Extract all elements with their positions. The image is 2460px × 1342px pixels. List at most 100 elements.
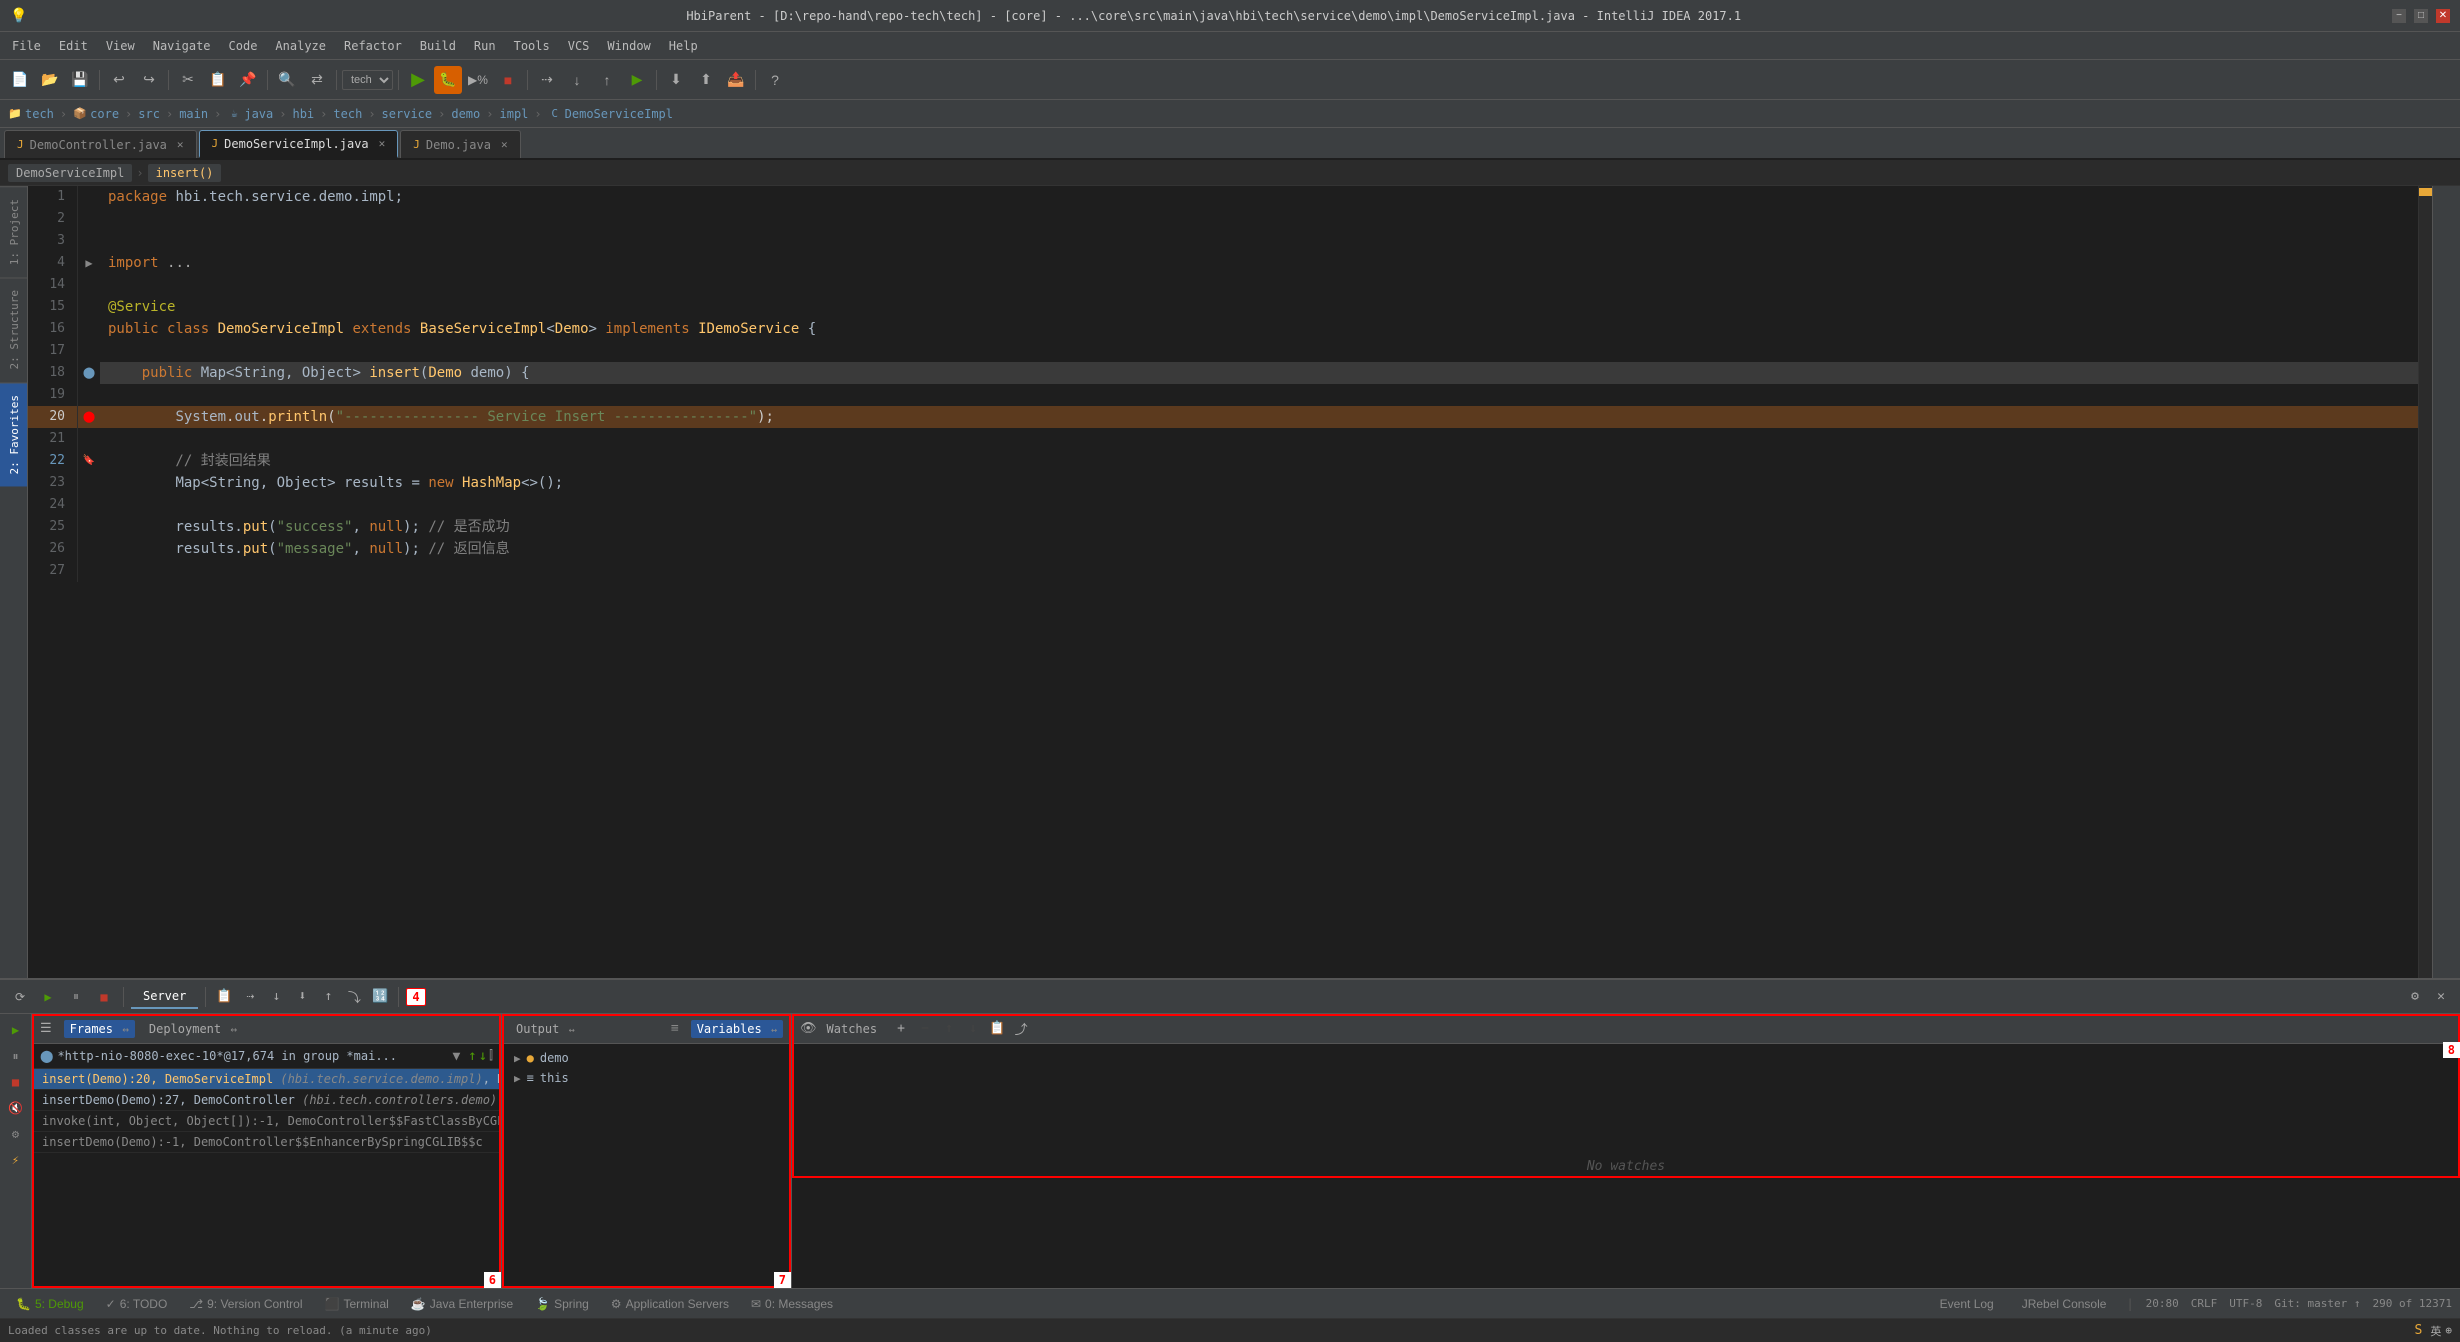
toolbar-paste-btn[interactable]: 📌	[234, 66, 262, 94]
method-crumb-class[interactable]: DemoServiceImpl	[8, 164, 132, 182]
debug-pause-btn[interactable]: ⏸	[64, 985, 88, 1009]
debug-show-frames[interactable]: 📋	[213, 986, 235, 1008]
status-jrebel-console[interactable]: JRebel Console	[2014, 1295, 2115, 1313]
toolbar-help-btn[interactable]: ?	[761, 66, 789, 94]
nav-class[interactable]: C DemoServiceImpl	[548, 107, 673, 121]
debug-force-step-into[interactable]: ⬇	[291, 986, 313, 1008]
menu-help[interactable]: Help	[661, 36, 706, 56]
menu-navigate[interactable]: Navigate	[145, 36, 219, 56]
menu-file[interactable]: File	[4, 36, 49, 56]
tab-demo-service-impl-close[interactable]: ✕	[379, 137, 386, 150]
frames-tab[interactable]: Frames ↔	[64, 1020, 135, 1038]
import-fold-icon[interactable]: ▶	[85, 252, 92, 274]
nav-service[interactable]: service	[382, 107, 433, 121]
var-item-demo[interactable]: ▶ ● demo	[502, 1048, 791, 1068]
menu-window[interactable]: Window	[599, 36, 658, 56]
maximize-button[interactable]: □	[2414, 9, 2428, 23]
nav-impl[interactable]: impl	[500, 107, 529, 121]
debug-stop-side-btn[interactable]: ■	[4, 1070, 28, 1094]
debug-mute-btn[interactable]: 🔇	[4, 1096, 28, 1120]
debug-tab-server[interactable]: Server	[131, 985, 198, 1009]
status-tab-app-servers[interactable]: ⚙ Application Servers	[603, 1295, 737, 1313]
watches-down-btn[interactable]: ↓	[963, 1019, 983, 1039]
nav-tech[interactable]: 📁 tech	[8, 107, 54, 121]
toolbar-stop-btn[interactable]: ■	[494, 66, 522, 94]
variables-tab[interactable]: Variables ↔	[691, 1020, 783, 1038]
debug-evaluate[interactable]: 🔢	[369, 986, 391, 1008]
deployment-tab[interactable]: Deployment ↔	[143, 1020, 243, 1038]
toolbar-undo-btn[interactable]: ↩	[105, 66, 133, 94]
debug-run-to-cursor[interactable]: ⤵	[343, 986, 365, 1008]
frame-item-2[interactable]: invoke(int, Object, Object[]):-1, DemoCo…	[32, 1111, 501, 1132]
minimize-button[interactable]: −	[2392, 9, 2406, 23]
toolbar-vcs-push-btn[interactable]: 📤	[722, 66, 750, 94]
debug-close-btn[interactable]: ✕	[2430, 986, 2452, 1008]
debug-step-over[interactable]: ⇢	[239, 986, 261, 1008]
tab-demo-java[interactable]: J Demo.java ✕	[400, 130, 520, 158]
nav-demo[interactable]: demo	[451, 107, 480, 121]
toolbar-resume-btn[interactable]: ▶	[623, 66, 651, 94]
debug-resume-btn[interactable]: ▶	[36, 985, 60, 1009]
toolbar-open-btn[interactable]: 📂	[36, 66, 64, 94]
frame-filter-btn[interactable]: ⫿	[489, 1048, 493, 1064]
debug-step-out[interactable]: ↑	[317, 986, 339, 1008]
nav-src[interactable]: src	[138, 107, 160, 121]
thread-selector[interactable]: ⬤ *http-nio-8080-exec-10*@17,674 in grou…	[32, 1044, 501, 1069]
frame-item-0[interactable]: insert(Demo):20, DemoServiceImpl (hbi.te…	[32, 1069, 501, 1090]
toolbar-save-btn[interactable]: 💾	[66, 66, 94, 94]
thread-dropdown-btn[interactable]: ▼	[452, 1049, 460, 1064]
close-button[interactable]: ✕	[2436, 9, 2450, 23]
toolbar-vcs-commit-btn[interactable]: ⬆	[692, 66, 720, 94]
favorites-tab[interactable]: 2: Favorites	[0, 382, 27, 486]
toolbar-copy-btn[interactable]: 📋	[204, 66, 232, 94]
debug-settings-side-btn[interactable]: ⚙	[4, 1122, 28, 1146]
output-tab[interactable]: Output ↔	[510, 1020, 581, 1038]
debug-rerun-btn[interactable]: ⟳	[8, 985, 32, 1009]
toolbar-step-into-btn[interactable]: ↓	[563, 66, 591, 94]
nav-hbi[interactable]: hbi	[292, 107, 314, 121]
watches-up-btn[interactable]: ↑	[939, 1019, 959, 1039]
status-tab-todo[interactable]: ✓ 6: TODO	[98, 1295, 176, 1313]
method-crumb-method[interactable]: insert()	[148, 164, 222, 182]
watches-copy-btn[interactable]: 📋	[987, 1019, 1007, 1039]
tab-demo-service-impl[interactable]: J DemoServiceImpl.java ✕	[199, 130, 399, 158]
watches-add-btn[interactable]: +	[891, 1019, 911, 1039]
nav-tech2[interactable]: tech	[333, 107, 362, 121]
frame-item-1[interactable]: insertDemo(Demo):27, DemoController (hbi…	[32, 1090, 501, 1111]
status-tab-spring[interactable]: 🍃 Spring	[527, 1295, 597, 1313]
var-demo-toggle[interactable]: ▶	[514, 1052, 521, 1065]
structure-tab[interactable]: 2: Structure	[0, 277, 27, 381]
menu-code[interactable]: Code	[221, 36, 266, 56]
menu-tools[interactable]: Tools	[506, 36, 558, 56]
toolbar-step-out-btn[interactable]: ↑	[593, 66, 621, 94]
toolbar-find-btn[interactable]: 🔍	[273, 66, 301, 94]
status-tab-debug[interactable]: 🐛 5: Debug	[8, 1295, 92, 1313]
watches-jump-btn[interactable]: ⤴	[1011, 1019, 1031, 1039]
toolbar-redo-btn[interactable]: ↪	[135, 66, 163, 94]
debug-step-into[interactable]: ↓	[265, 986, 287, 1008]
status-tab-terminal[interactable]: ⬛ Terminal	[317, 1295, 397, 1313]
tab-demo-controller[interactable]: J DemoController.java ✕	[4, 130, 197, 158]
menu-vcs[interactable]: VCS	[560, 36, 598, 56]
right-gutter[interactable]	[2418, 186, 2432, 978]
code-editor[interactable]: 1 package hbi.tech.service.demo.impl; 2 …	[28, 186, 2418, 978]
toolbar-cut-btn[interactable]: ✂	[174, 66, 202, 94]
toolbar-run-config-select[interactable]: tech	[342, 70, 393, 90]
status-tab-java-enterprise[interactable]: ☕ Java Enterprise	[403, 1295, 521, 1313]
status-event-log[interactable]: Event Log	[1932, 1295, 2002, 1313]
toolbar-replace-btn[interactable]: ⇄	[303, 66, 331, 94]
toolbar-run-btn[interactable]: ▶	[404, 66, 432, 94]
menu-edit[interactable]: Edit	[51, 36, 96, 56]
menu-refactor[interactable]: Refactor	[336, 36, 410, 56]
frame-up-btn[interactable]: ↑	[468, 1048, 476, 1064]
debug-rebel-btn[interactable]: ⚡	[4, 1148, 28, 1172]
watches-remove-btn[interactable]: −	[915, 1019, 935, 1039]
nav-main[interactable]: main	[179, 107, 208, 121]
var-this-toggle[interactable]: ▶	[514, 1072, 521, 1085]
status-tab-messages[interactable]: ✉ 0: Messages	[743, 1295, 841, 1313]
debug-stop-btn[interactable]: ■	[92, 985, 116, 1009]
tab-demo-java-close[interactable]: ✕	[501, 138, 508, 151]
menu-run[interactable]: Run	[466, 36, 504, 56]
nav-java[interactable]: ☕ java	[227, 107, 273, 121]
status-tab-vcs[interactable]: ⎇ 9: Version Control	[181, 1295, 310, 1313]
